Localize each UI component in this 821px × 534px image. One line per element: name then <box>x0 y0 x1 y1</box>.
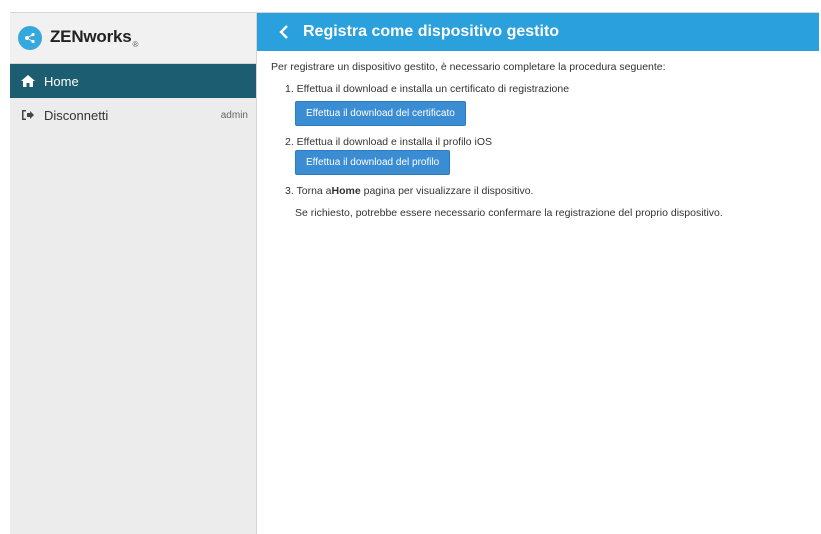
page-title: Registra come dispositivo gestito <box>303 23 560 40</box>
brand-name: ZENworks® <box>50 27 139 49</box>
main-panel: Registra come dispositivo gestito Per re… <box>257 13 819 534</box>
page-content: Per registrare un dispositivo gestito, è… <box>257 51 819 229</box>
sidebar-item-label: Home <box>44 73 79 89</box>
sidebar-item-label: Disconnetti <box>44 107 109 123</box>
step-1: 1. Effettua il download e installa un ce… <box>285 83 805 126</box>
zenworks-logo-icon <box>18 26 42 50</box>
sidebar-item-disconnetti[interactable]: Disconnetti admin <box>10 98 256 132</box>
intro-text: Per registrare un dispositivo gestito, è… <box>271 61 666 73</box>
download-certificate-button[interactable]: Effettua il download del certificato <box>295 101 466 126</box>
sidebar-item-home[interactable]: Home <box>10 64 256 98</box>
sign-out-icon <box>20 108 36 122</box>
step-3: 3. Torna aHome pagina per visualizzare i… <box>285 185 805 197</box>
step-3-prefix: 3. Torna a <box>285 185 332 197</box>
step-2: 2. Effettua il download e installa il pr… <box>285 136 805 175</box>
page-header: Registra come dispositivo gestito <box>257 13 819 51</box>
step-2-text: 2. Effettua il download e installa il pr… <box>285 136 493 148</box>
brand-header: ZENworks® <box>10 13 256 64</box>
step-3-suffix: pagina per visualizzare il dispositivo. <box>360 185 534 197</box>
home-link-text: Home <box>331 185 361 197</box>
app-window: ZENworks® Home Disconnetti admin Registr… <box>10 12 819 534</box>
step-1-text: 1. Effettua il download e installa un ce… <box>285 83 570 95</box>
home-icon <box>20 74 36 88</box>
download-profile-button[interactable]: Effettua il download del profilo <box>295 150 451 175</box>
sidebar: ZENworks® Home Disconnetti admin <box>10 13 257 534</box>
chevron-left-icon[interactable] <box>279 25 291 39</box>
confirmation-note: Se richiesto, potrebbe essere necessario… <box>295 207 723 219</box>
username-label: admin <box>220 109 248 121</box>
